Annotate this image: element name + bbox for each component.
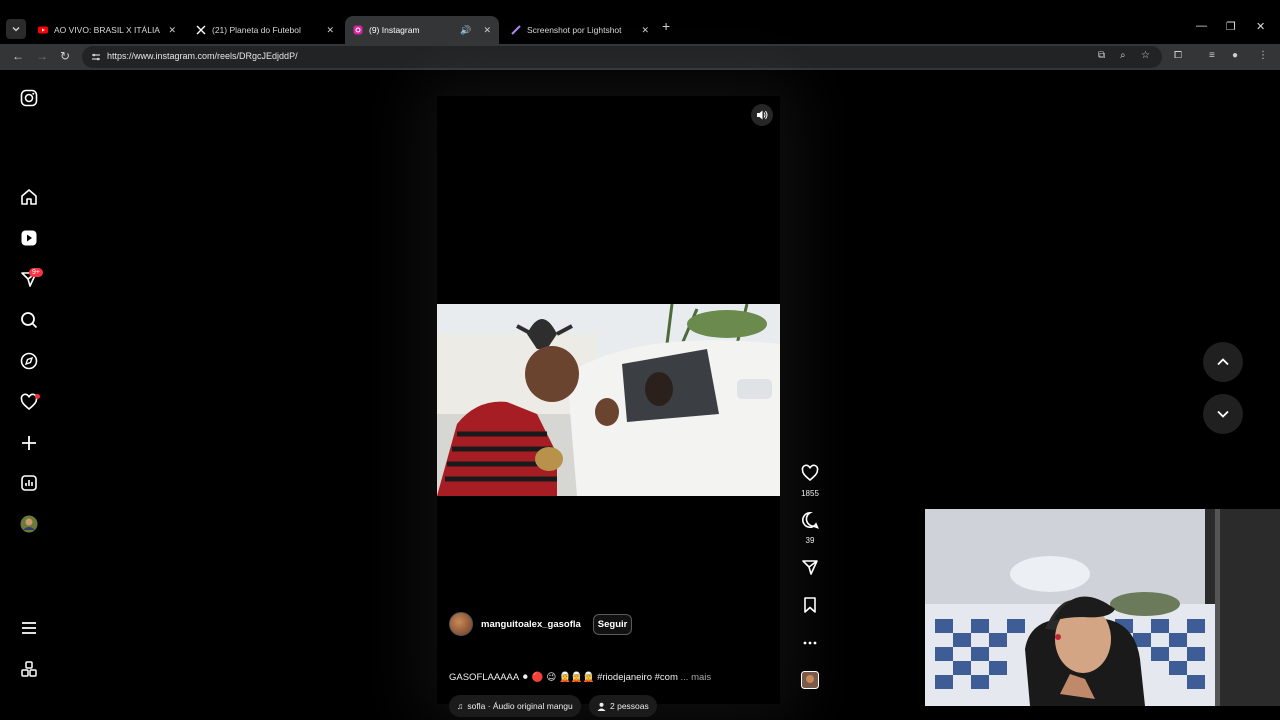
browser-tab-bar: AO VIVO: BRASIL X ITÁLIA | CO ✕ (21) Pla…	[0, 14, 1280, 44]
reels-icon[interactable]	[19, 228, 39, 248]
site-info-icon[interactable]	[90, 51, 102, 63]
close-tab-icon[interactable]: ✕	[168, 25, 176, 36]
tab-youtube[interactable]: AO VIVO: BRASIL X ITÁLIA | CO ✕	[30, 16, 184, 44]
tab-instagram[interactable]: (9) Instagram 🔊 ✕	[345, 16, 499, 44]
bookmark-icon[interactable]	[801, 596, 819, 614]
browser-toolbar: ← → ↻ https://www.instagram.com/reels/DR…	[0, 44, 1280, 70]
people-label: 2 pessoas	[610, 701, 649, 711]
zoom-icon[interactable]: ⌕	[1120, 50, 1126, 61]
tab-title: (21) Planeta do Futebol	[212, 25, 301, 35]
new-tab-button[interactable]: +	[662, 18, 670, 34]
webcam-overlay	[925, 509, 1280, 706]
music-note-icon: ♫	[457, 701, 464, 711]
next-reel-button[interactable]	[1203, 394, 1243, 434]
author-avatar[interactable]	[449, 612, 473, 636]
tagged-people-chip[interactable]: 2 pessoas	[589, 695, 657, 717]
tab-title: AO VIVO: BRASIL X ITÁLIA | CO	[54, 25, 162, 35]
explore-icon[interactable]	[19, 351, 39, 371]
search-icon[interactable]	[19, 310, 39, 330]
minimize-button[interactable]: —	[1196, 20, 1207, 32]
person-icon	[597, 702, 606, 711]
threads-apps-icon[interactable]	[19, 659, 39, 679]
home-icon[interactable]	[19, 187, 39, 207]
close-window-button[interactable]: ✕	[1256, 20, 1265, 33]
share-action[interactable]	[795, 558, 825, 581]
address-bar[interactable]: https://www.instagram.com/reels/DRgcJEdj…	[82, 46, 1162, 68]
back-button[interactable]: ←	[12, 49, 24, 63]
speaker-icon	[757, 110, 768, 120]
comment-action[interactable]: 39	[795, 511, 825, 545]
reel-caption: GASOFLAAAAA ⚫ 🔴 😉 🧝🧝🧝 #riodejaneiro #com…	[449, 672, 711, 683]
install-app-icon[interactable]: ⧉	[1098, 50, 1105, 61]
chevron-down-icon	[12, 27, 20, 32]
audio-cover-icon[interactable]	[801, 671, 819, 689]
reel-author: manguitoalex_gasofla Seguir	[449, 612, 633, 636]
dashboard-icon[interactable]	[19, 473, 39, 493]
url-text: https://www.instagram.com/reels/DRgcJEdj…	[107, 51, 298, 61]
instagram-logo-icon[interactable]	[19, 88, 39, 108]
more-options-action[interactable]	[795, 634, 825, 657]
tab-lightshot[interactable]: Screenshot por Lightshot ✕	[503, 16, 657, 44]
like-action[interactable]: 1855	[795, 464, 825, 498]
previous-reel-button[interactable]	[1203, 342, 1243, 382]
instagram-icon	[353, 25, 363, 35]
chevron-up-icon	[1217, 358, 1229, 366]
notification-badge: 9+	[29, 268, 43, 277]
close-tab-icon[interactable]: ✕	[641, 25, 649, 36]
chevron-down-icon	[1217, 410, 1229, 418]
audio-chip[interactable]: ♫ sofla · Áudio original mangu	[449, 695, 581, 717]
forward-button[interactable]: →	[36, 49, 48, 63]
send-icon[interactable]	[801, 558, 819, 576]
audio-thumbnail[interactable]	[795, 671, 825, 694]
x-icon	[196, 25, 206, 35]
caption-more-link[interactable]: ... mais	[681, 672, 712, 683]
author-username[interactable]: manguitoalex_gasofla	[481, 619, 581, 630]
close-tab-icon[interactable]: ✕	[326, 25, 334, 36]
like-count: 1855	[801, 489, 819, 498]
comment-count: 39	[805, 536, 815, 545]
heart-icon[interactable]	[801, 464, 819, 482]
save-action[interactable]	[795, 596, 825, 619]
tab-title: (9) Instagram	[369, 25, 420, 35]
reel-video-frame[interactable]	[437, 304, 780, 496]
bookmark-star-icon[interactable]: ☆	[1141, 50, 1150, 61]
follow-button[interactable]: Seguir	[592, 613, 633, 635]
speaker-icon[interactable]: 🔊	[460, 25, 471, 36]
comment-icon[interactable]	[801, 511, 819, 529]
media-controls-icon[interactable]: ≡	[1209, 50, 1215, 61]
more-dots-icon[interactable]	[801, 634, 819, 652]
youtube-icon	[38, 26, 48, 34]
tab-search-button[interactable]	[6, 19, 26, 39]
more-menu-icon[interactable]	[19, 618, 39, 638]
tab-title: Screenshot por Lightshot	[527, 25, 622, 35]
tab-x[interactable]: (21) Planeta do Futebol ✕	[188, 16, 342, 44]
profile-avatar[interactable]	[19, 514, 39, 534]
reel-player[interactable]: manguitoalex_gasofla Seguir GASOFLAAAAA …	[437, 96, 780, 717]
profile-icon[interactable]: ●	[1232, 50, 1238, 61]
audio-label: sofla · Áudio original mangu	[467, 701, 573, 711]
menu-icon[interactable]: ⋮	[1258, 50, 1268, 61]
create-icon[interactable]	[19, 433, 39, 453]
maximize-button[interactable]: ❐	[1226, 20, 1236, 33]
lightshot-icon	[511, 25, 521, 35]
notification-dot	[35, 394, 40, 399]
caption-text: GASOFLAAAAA ⚫ 🔴 😉 🧝🧝🧝 #riodejaneiro #com	[449, 672, 678, 683]
mute-button[interactable]	[751, 104, 773, 126]
close-tab-icon[interactable]: ✕	[483, 25, 491, 36]
extensions-icon[interactable]: ⧠	[1174, 50, 1182, 61]
reload-button[interactable]: ↻	[60, 49, 70, 63]
